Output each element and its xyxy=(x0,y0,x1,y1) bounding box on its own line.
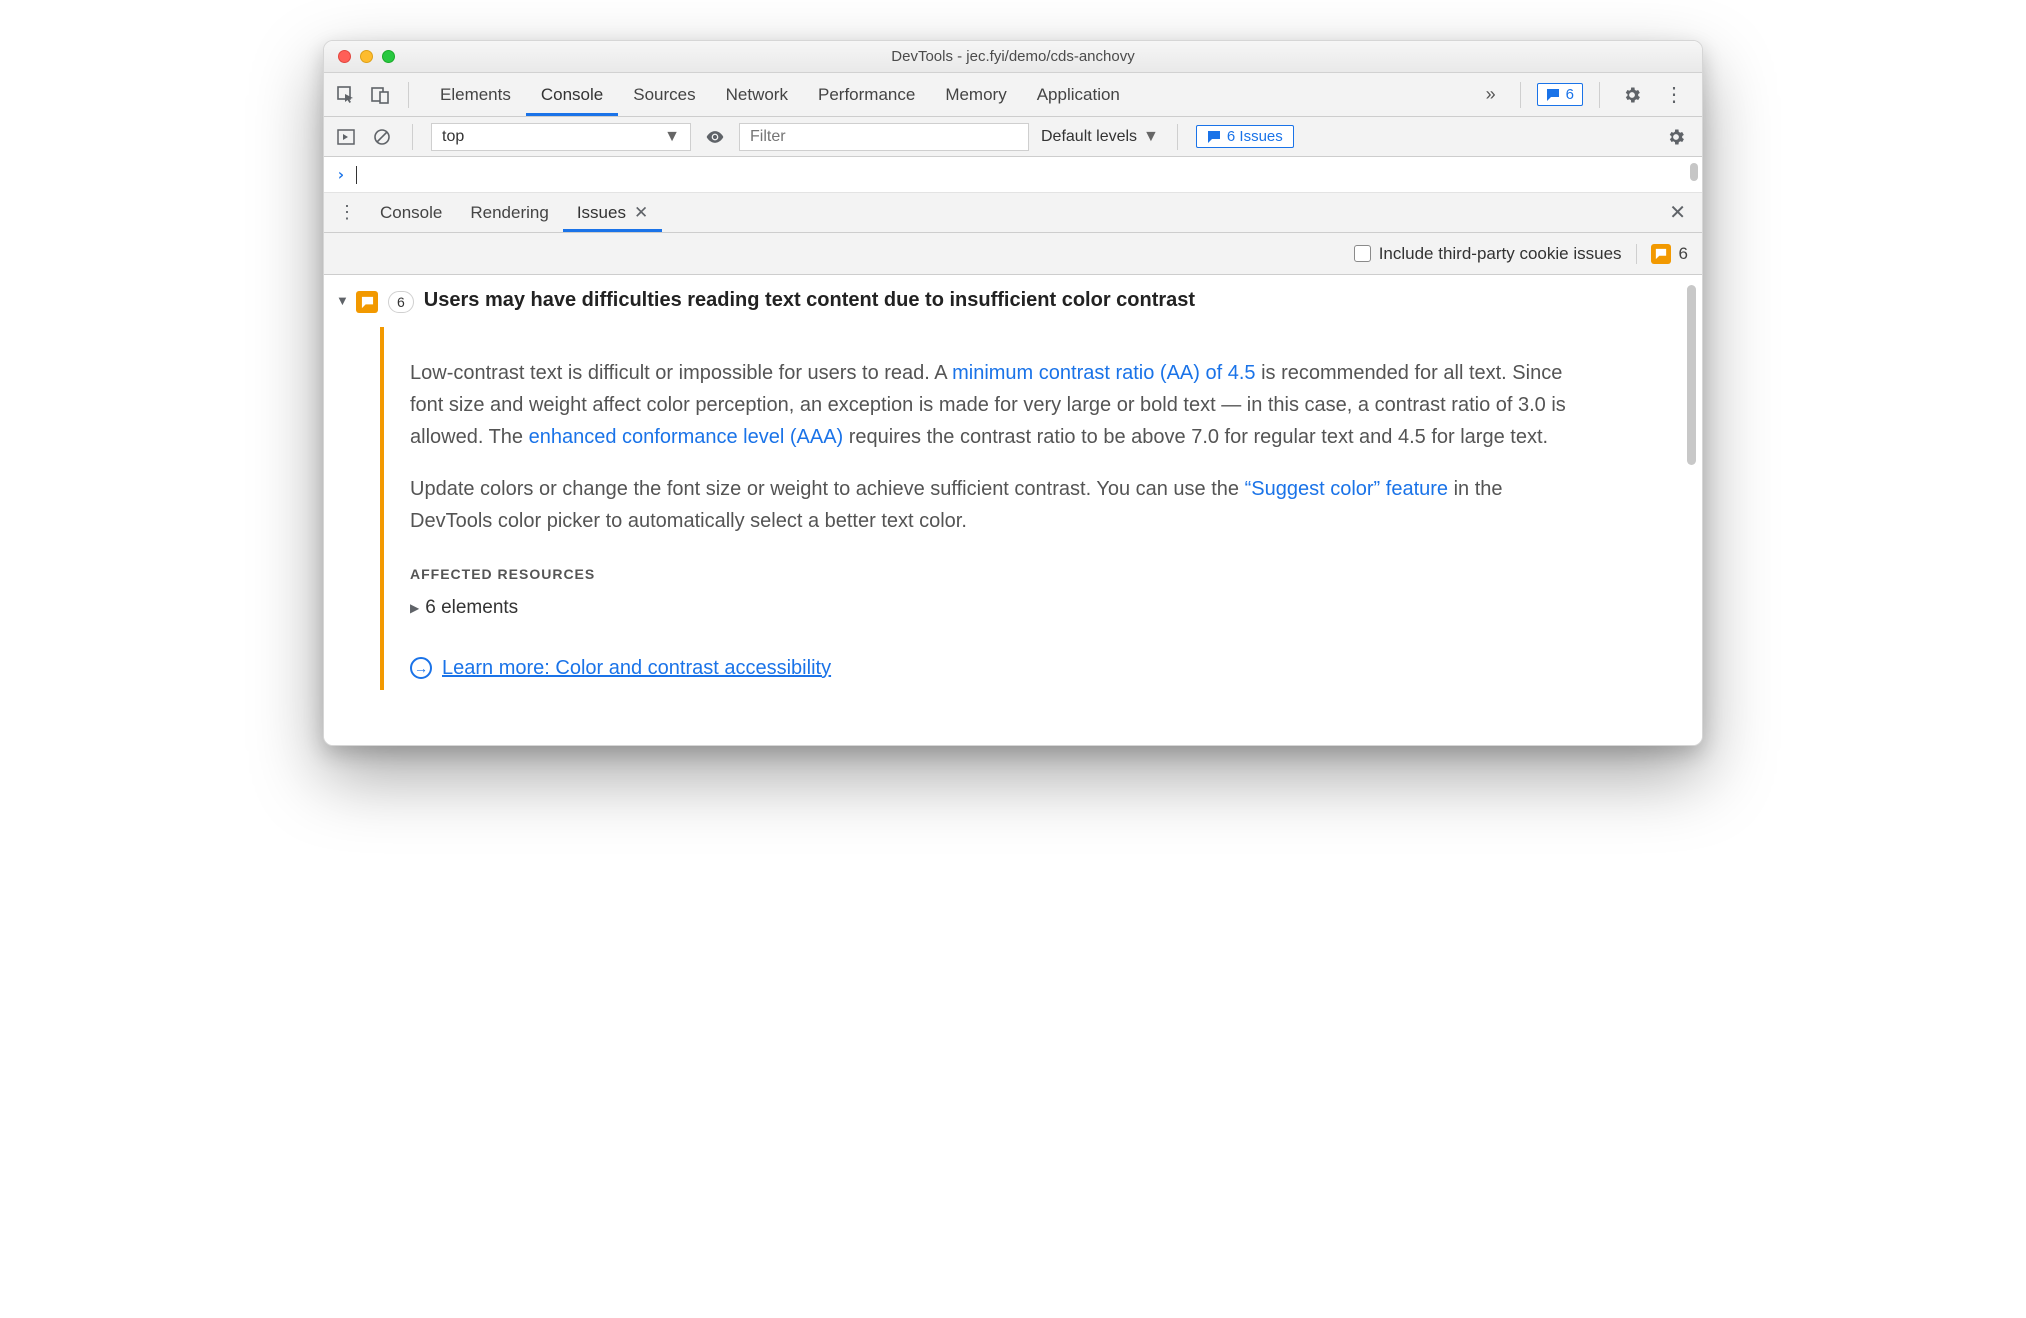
message-icon xyxy=(1546,88,1560,102)
issues-count: 6 xyxy=(1566,86,1574,103)
tab-label: Performance xyxy=(818,85,915,105)
tab-label: Network xyxy=(726,85,788,105)
minimize-window-button[interactable] xyxy=(360,50,373,63)
settings-icon[interactable] xyxy=(1616,85,1648,105)
device-toggle-icon[interactable] xyxy=(368,83,392,107)
issue-title: Users may have difficulties reading text… xyxy=(424,289,1195,312)
window-title: DevTools - jec.fyi/demo/cds-anchovy xyxy=(324,48,1702,65)
include-third-party-checkbox[interactable]: Include third-party cookie issues xyxy=(1354,244,1622,264)
tab-label: Rendering xyxy=(470,203,548,223)
link-aaa-level[interactable]: enhanced conformance level (AAA) xyxy=(529,426,844,448)
disclosure-triangle-icon: ▶ xyxy=(410,599,419,618)
message-icon xyxy=(1207,130,1221,144)
drawer-more-icon[interactable]: ⋮ xyxy=(328,202,366,223)
log-levels-dropdown[interactable]: Default levels ▼ xyxy=(1041,128,1159,146)
console-settings-icon[interactable] xyxy=(1660,127,1692,147)
disclosure-triangle-icon[interactable]: ▼ xyxy=(336,289,356,308)
tab-label: Application xyxy=(1037,85,1120,105)
issue-count-chip: 6 xyxy=(388,291,414,313)
text-cursor xyxy=(356,166,357,184)
link-suggest-color[interactable]: “Suggest color” feature xyxy=(1245,478,1448,500)
chevron-down-icon: ▼ xyxy=(664,128,680,146)
console-toolbar: top ▼ Default levels ▼ 6 Issues xyxy=(324,117,1702,157)
toggle-sidebar-icon[interactable] xyxy=(334,125,358,149)
issues-total: 6 xyxy=(1679,244,1688,264)
tab-elements[interactable]: Elements xyxy=(425,73,526,116)
tab-sources[interactable]: Sources xyxy=(618,73,710,116)
affected-elements-row[interactable]: ▶ 6 elements xyxy=(410,593,1574,623)
execution-context-dropdown[interactable]: top ▼ xyxy=(431,123,691,151)
tab-label: Console xyxy=(380,203,442,223)
issues-counter-badge[interactable]: 6 xyxy=(1537,83,1583,106)
issue-paragraph: Low-contrast text is difficult or imposs… xyxy=(410,357,1574,453)
issue-paragraph: Update colors or change the font size or… xyxy=(410,473,1574,537)
warning-icon xyxy=(356,291,378,313)
close-drawer-icon[interactable]: ✕ xyxy=(1669,200,1702,225)
zoom-window-button[interactable] xyxy=(382,50,395,63)
external-link-icon: → xyxy=(410,657,432,679)
checkbox-icon xyxy=(1354,245,1371,262)
drawer-tab-rendering[interactable]: Rendering xyxy=(456,193,562,232)
tab-memory[interactable]: Memory xyxy=(930,73,1021,116)
drawer-tabstrip: ⋮ Console Rendering Issues ✕ ✕ xyxy=(324,193,1702,233)
chevron-down-icon: ▼ xyxy=(1143,128,1159,146)
tab-label: Elements xyxy=(440,85,511,105)
issues-panel: ▼ 6 Users may have difficulties reading … xyxy=(324,275,1702,745)
total-issues-counter: 6 xyxy=(1636,244,1688,264)
issue-body: Low-contrast text is difficult or imposs… xyxy=(380,327,1580,690)
link-min-contrast[interactable]: minimum contrast ratio (AA) of 4.5 xyxy=(952,362,1255,384)
tab-application[interactable]: Application xyxy=(1022,73,1135,116)
tab-network[interactable]: Network xyxy=(711,73,803,116)
titlebar: DevTools - jec.fyi/demo/cds-anchovy xyxy=(324,41,1702,73)
issue-header[interactable]: ▼ 6 Users may have difficulties reading … xyxy=(336,289,1682,313)
warning-icon xyxy=(1651,244,1671,264)
devtools-window: DevTools - jec.fyi/demo/cds-anchovy Elem… xyxy=(323,40,1703,746)
drawer-tab-console[interactable]: Console xyxy=(366,193,456,232)
tab-label: Issues xyxy=(577,203,626,223)
tab-performance[interactable]: Performance xyxy=(803,73,930,116)
issues-label: 6 Issues xyxy=(1227,128,1283,145)
learn-more-link[interactable]: Learn more: Color and contrast accessibi… xyxy=(442,652,831,684)
close-window-button[interactable] xyxy=(338,50,351,63)
tab-label: Console xyxy=(541,85,603,105)
scrollbar-thumb[interactable] xyxy=(1687,285,1696,465)
affected-elements-label: 6 elements xyxy=(425,593,518,623)
filter-input[interactable] xyxy=(739,123,1029,151)
scrollbar-thumb[interactable] xyxy=(1690,163,1698,181)
more-tabs-button[interactable]: » xyxy=(1478,84,1504,105)
inspect-element-icon[interactable] xyxy=(334,83,358,107)
more-options-icon[interactable]: ⋮ xyxy=(1658,82,1690,107)
context-label: top xyxy=(442,128,464,146)
open-issues-button[interactable]: 6 Issues xyxy=(1196,125,1294,148)
close-tab-icon[interactable]: ✕ xyxy=(634,203,648,223)
drawer-tab-issues[interactable]: Issues ✕ xyxy=(563,193,662,232)
learn-more-row: → Learn more: Color and contrast accessi… xyxy=(410,652,1574,684)
clear-console-icon[interactable] xyxy=(370,125,394,149)
main-tabstrip: Elements Console Sources Network Perform… xyxy=(324,73,1702,117)
tab-label: Memory xyxy=(945,85,1006,105)
traffic-lights xyxy=(324,50,395,63)
console-input[interactable]: › xyxy=(324,157,1702,193)
tab-label: Sources xyxy=(633,85,695,105)
prompt-icon: › xyxy=(336,165,346,184)
checkbox-label: Include third-party cookie issues xyxy=(1379,244,1622,264)
levels-label: Default levels xyxy=(1041,128,1137,146)
tab-console[interactable]: Console xyxy=(526,73,618,116)
affected-resources-heading: AFFECTED RESOURCES xyxy=(410,563,1574,585)
issues-toolbar: Include third-party cookie issues 6 xyxy=(324,233,1702,275)
live-expression-icon[interactable] xyxy=(703,125,727,149)
